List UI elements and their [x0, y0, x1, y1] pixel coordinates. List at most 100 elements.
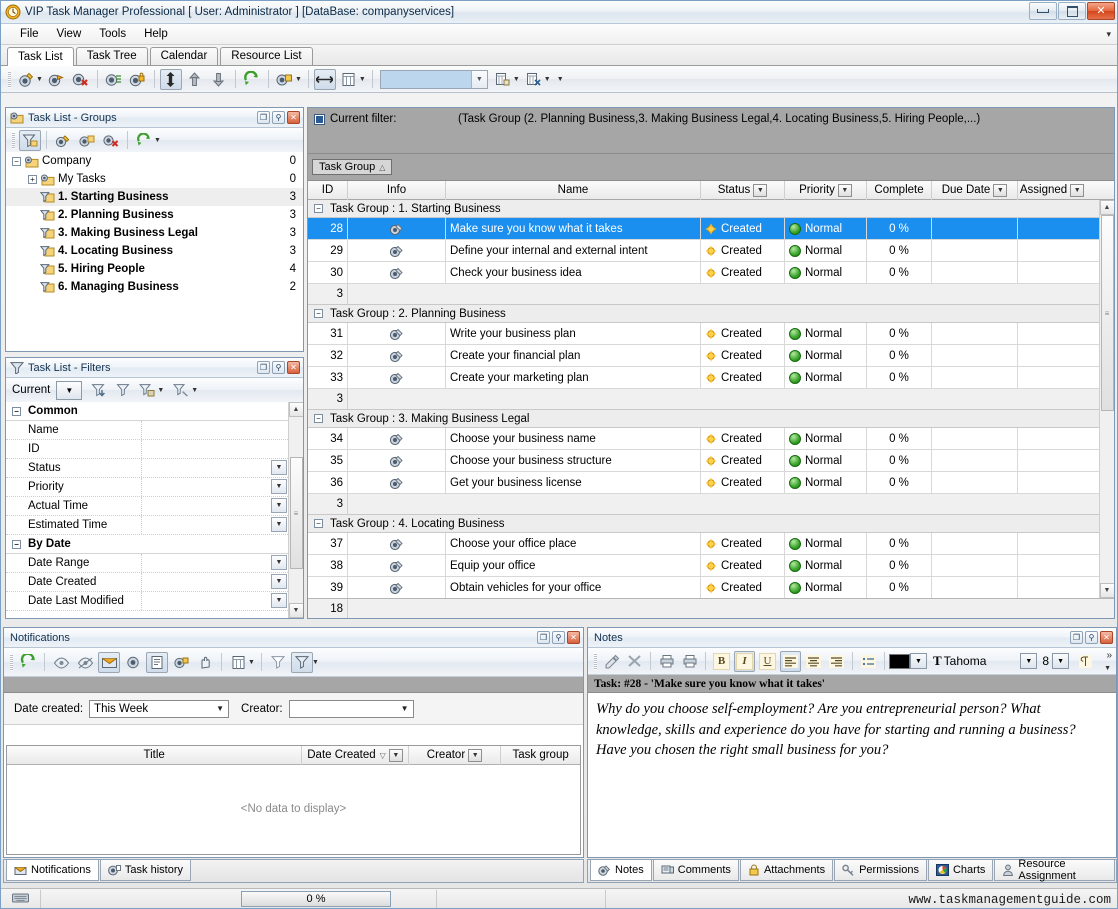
- group-chip-task-group[interactable]: Task Group △: [312, 159, 393, 175]
- scroll-up-button[interactable]: ▲: [1099, 200, 1114, 215]
- paragraph-icon[interactable]: [1075, 651, 1096, 672]
- tab-calendar[interactable]: Calendar: [149, 47, 219, 65]
- save-layout-dropdown-icon[interactable]: ▼: [513, 76, 520, 83]
- chevron-down-icon[interactable]: ▼: [397, 701, 413, 717]
- tree-item-hiring-people[interactable]: 5. Hiring People 4: [6, 260, 303, 278]
- filter-row-estimated-time[interactable]: Estimated Time ▼: [6, 516, 288, 535]
- move-updown-icon[interactable]: [159, 68, 182, 90]
- toolbar-overflow-icon[interactable]: ▼: [557, 76, 564, 83]
- align-center-icon[interactable]: [803, 651, 824, 672]
- chevron-down-icon[interactable]: ▾: [1106, 29, 1111, 40]
- expander-icon[interactable]: +: [28, 174, 37, 184]
- edit-task-icon[interactable]: [46, 69, 68, 90]
- column-header-priority[interactable]: Priority ▼: [785, 180, 867, 200]
- notification-settings-icon[interactable]: [170, 652, 192, 673]
- column-header-title[interactable]: Title: [7, 746, 303, 765]
- columns-icon[interactable]: [338, 69, 360, 90]
- restore-icon[interactable]: ❐: [537, 631, 550, 644]
- filter-row-status[interactable]: Status ▼: [6, 459, 288, 478]
- save-filter-icon[interactable]: [136, 380, 158, 401]
- refresh-groups-icon[interactable]: [133, 130, 155, 151]
- bottom-tab-attachments[interactable]: Attachments: [739, 860, 834, 881]
- filters-current-dropdown[interactable]: ▼: [56, 380, 83, 400]
- chevron-down-icon[interactable]: ▼: [1070, 183, 1085, 197]
- filters-list[interactable]: − Common Name ID Status ▼ Priority ▼ Act…: [6, 402, 303, 618]
- show-unread-icon[interactable]: [98, 651, 120, 673]
- scrollbar-thumb[interactable]: ≡: [289, 457, 303, 569]
- bottom-tab-notes[interactable]: Notes: [590, 860, 652, 881]
- mark-read-icon[interactable]: [50, 652, 72, 673]
- current-filter-checkbox[interactable]: [314, 114, 325, 125]
- chevron-down-icon[interactable]: ▼: [271, 479, 287, 494]
- pin-icon[interactable]: ⚲: [1085, 631, 1098, 644]
- table-row[interactable]: 38 Equip your office Created Normal 0 %: [308, 555, 1099, 577]
- font-name-dropdown-icon[interactable]: ▼: [1020, 653, 1038, 669]
- chevron-down-icon[interactable]: ▼: [271, 555, 287, 570]
- table-row[interactable]: 37 Choose your office place Created Norm…: [308, 533, 1099, 555]
- bottom-tab-task-history[interactable]: Task history: [99, 860, 191, 881]
- column-header-due-date[interactable]: Due Date ▼: [932, 180, 1018, 200]
- align-left-icon[interactable]: [780, 650, 801, 672]
- group-header-row[interactable]: − Task Group : 2. Planning Business: [308, 305, 1099, 323]
- double-chevron-icon[interactable]: »: [1106, 650, 1112, 661]
- tree-item-planning-business[interactable]: 2. Planning Business 3: [6, 206, 303, 224]
- new-task-dropdown-icon[interactable]: ▼: [36, 76, 43, 83]
- group-header-row[interactable]: − Task Group : 1. Starting Business: [308, 200, 1099, 218]
- close-icon[interactable]: ✕: [287, 361, 300, 374]
- task-lock-icon[interactable]: [127, 69, 149, 90]
- column-header-date-created[interactable]: Date Created ▽ ▼: [302, 746, 409, 765]
- bottom-tab-comments[interactable]: Comments: [652, 860, 739, 881]
- creator-combo[interactable]: ▼: [288, 699, 414, 718]
- bottom-tab-resource-assignment[interactable]: Resource Assignment: [994, 858, 1115, 882]
- menu-item-help[interactable]: Help: [135, 26, 177, 42]
- bottom-tab-notifications[interactable]: Notifications: [6, 860, 99, 881]
- filter-row-name[interactable]: Name: [6, 421, 288, 440]
- restore-icon[interactable]: ❐: [1070, 631, 1083, 644]
- toolbar-grip[interactable]: [12, 131, 15, 149]
- maximize-button[interactable]: [1058, 2, 1086, 20]
- expander-icon[interactable]: −: [12, 406, 21, 416]
- sort-desc-icon[interactable]: ▽: [380, 751, 386, 760]
- notification-details-icon[interactable]: [146, 651, 168, 673]
- close-button[interactable]: ✕: [1087, 2, 1115, 20]
- chevron-down-icon[interactable]: ▼: [271, 460, 287, 475]
- scroll-down-button[interactable]: ▼: [1099, 583, 1114, 598]
- column-header-id[interactable]: ID: [308, 180, 348, 200]
- column-header-task-group[interactable]: Task group: [501, 746, 580, 765]
- tree-item-managing-business[interactable]: 6. Managing Business 2: [6, 278, 303, 296]
- filter-value[interactable]: [141, 421, 288, 439]
- filter-row-date-last-modified[interactable]: Date Last Modified ▼: [6, 592, 288, 611]
- filter-row-actual-time[interactable]: Actual Time ▼: [6, 497, 288, 516]
- expander-icon[interactable]: −: [314, 519, 323, 528]
- filter-value[interactable]: ▼: [141, 573, 288, 591]
- filters-scrollbar[interactable]: ▲ ≡ ▼: [288, 402, 303, 618]
- expander-icon[interactable]: −: [314, 204, 323, 213]
- move-down-icon[interactable]: [208, 69, 230, 90]
- filters-dropdown-icon[interactable]: ▼: [191, 387, 198, 394]
- toolbar-grip[interactable]: [10, 653, 13, 671]
- chevron-down-icon[interactable]: ▼: [271, 517, 287, 532]
- column-header-name[interactable]: Name: [446, 180, 701, 200]
- table-row[interactable]: 28 Make sure you know what it takes Crea…: [308, 218, 1099, 240]
- filter-row-date-range[interactable]: Date Range ▼: [6, 554, 288, 573]
- filter-value[interactable]: ▼: [141, 478, 288, 496]
- tab-task-tree[interactable]: Task Tree: [75, 47, 148, 65]
- table-row[interactable]: 33 Create your marketing plan Created No…: [308, 367, 1099, 389]
- menu-item-tools[interactable]: Tools: [90, 26, 135, 42]
- menu-item-view[interactable]: View: [48, 26, 91, 42]
- column-header-info[interactable]: Info: [348, 180, 446, 200]
- date-created-combo[interactable]: This Week ▼: [89, 699, 230, 718]
- pin-icon[interactable]: ⚲: [272, 111, 285, 124]
- note-body[interactable]: Why do you choose self-employment? Are y…: [588, 693, 1116, 767]
- tab-resource-list[interactable]: Resource List: [220, 47, 313, 65]
- chevron-down-icon[interactable]: ▼: [753, 183, 768, 197]
- bold-icon[interactable]: B: [711, 651, 732, 672]
- reset-layout-dropdown-icon[interactable]: ▼: [544, 76, 551, 83]
- clear-filter-icon[interactable]: [112, 380, 134, 401]
- expander-icon[interactable]: −: [12, 156, 21, 166]
- new-group-icon[interactable]: [52, 130, 74, 151]
- chevron-down-icon[interactable]: ▼: [468, 748, 483, 762]
- print-preview-icon[interactable]: [656, 651, 677, 672]
- task-grid-scrollbar[interactable]: ▲ ≡ ▼: [1099, 200, 1114, 598]
- group-filter-icon[interactable]: [19, 129, 41, 151]
